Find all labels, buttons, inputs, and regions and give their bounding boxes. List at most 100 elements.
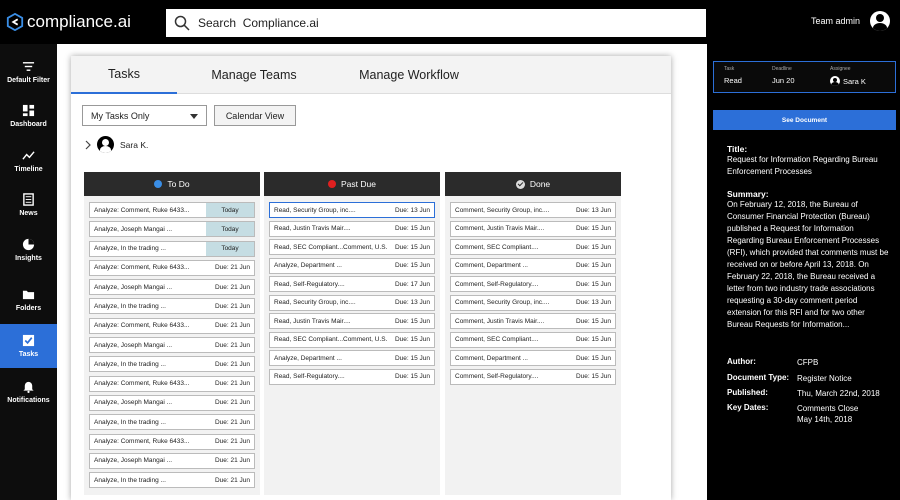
tab-bar: Tasks Manage Teams Manage Workflow	[71, 56, 671, 94]
sidebar-item-label: News	[19, 210, 38, 217]
user-menu[interactable]: Team admin	[811, 11, 890, 31]
sidebar-item-label: Notifications	[7, 397, 50, 404]
tab-manage-teams[interactable]: Manage Teams	[199, 56, 309, 94]
task-card[interactable]: Read, Justin Travis Mair.... Due: 15 Jun	[269, 220, 435, 237]
sidebar-item-tasks[interactable]: Tasks	[0, 324, 57, 368]
task-card[interactable]: Comment, SEC Compliant.... Due: 15 Jun	[450, 331, 616, 348]
task-card-due: Due: 15 Jun	[575, 225, 611, 232]
assignee-value-text: Sara K	[843, 76, 866, 86]
task-card-due: Due: 15 Jun	[394, 262, 430, 269]
task-card[interactable]: Analyze: Comment, Ruke 6433... Due: 21 Ju…	[89, 375, 255, 392]
task-card-title: Analyze: Comment, Ruke 6433...	[94, 438, 190, 446]
task-card[interactable]: Analyze, In the trading ... Due: 21 Jun	[89, 414, 255, 431]
task-list: Read, Security Group, inc.... Due: 13 Jun…	[264, 196, 440, 385]
task-card[interactable]: Comment, Self-Regulatory.... Due: 15 Jun	[450, 368, 616, 385]
task-card[interactable]: Analyze, Joseph Mangai ... Due: 21 Jun	[89, 279, 255, 296]
sidebar-item-news[interactable]: News	[0, 183, 57, 227]
doctype-label: Document Type:	[727, 373, 790, 382]
task-list: Comment, Security Group, inc.... Due: 13 …	[445, 196, 621, 385]
published-row: Published: Thu, March 22nd, 2018	[727, 388, 880, 399]
task-card[interactable]: Analyze, In the trading ... Today	[89, 240, 255, 257]
task-card-title: Analyze, In the trading ...	[94, 360, 166, 368]
task-card-due: Today	[206, 203, 254, 217]
task-card[interactable]: Comment, Justin Travis Mair.... Due: 15 J…	[450, 220, 616, 237]
sidebar-item-timeline[interactable]: Timeline	[0, 139, 57, 183]
task-card-title: Comment, Security Group, inc....	[455, 299, 550, 306]
task-card[interactable]: Comment, Justin Travis Mair.... Due: 15 J…	[450, 313, 616, 329]
sidebar-item-label: Folders	[15, 305, 42, 312]
task-card-due: Due: 13 Jun	[394, 206, 430, 214]
task-card-due: Due: 17 Jun	[394, 280, 430, 288]
task-filter-select[interactable]: My Tasks Only	[82, 105, 207, 126]
task-card[interactable]: Comment, Department ... Due: 15 Jun	[450, 350, 616, 366]
task-card-due: Due: 15 Jun	[394, 317, 430, 325]
task-card[interactable]: Analyze, In the trading ... Due: 21 Jun	[89, 356, 255, 373]
sidebar-item-default-filter[interactable]: Default Filter	[0, 50, 57, 94]
tab-tasks[interactable]: Tasks	[71, 56, 177, 94]
task-card[interactable]: Analyze, Department ... Due: 15 Jun	[269, 350, 435, 366]
logo-text: compliance.ai	[27, 12, 131, 31]
task-card-due: Due: 15 Jun	[394, 354, 430, 362]
search-input[interactable]	[198, 16, 678, 30]
task-card[interactable]: Read, Security Group, inc.... Due: 13 Jun	[269, 294, 435, 311]
task-card-due: Due: 15 Jun	[575, 317, 611, 325]
task-card[interactable]: Analyze, In the trading ... Due: 21 Jun	[89, 298, 255, 315]
keydates-value: Comments Close May 14th, 2018	[797, 404, 859, 424]
avatar-icon	[830, 76, 840, 86]
task-card-title: Analyze, Department ...	[274, 354, 342, 362]
task-card[interactable]: Analyze: Comment, Ruke 6433... Due: 21 Ju…	[89, 259, 255, 276]
tasks-panel: Tasks Manage Teams Manage Workflow My Ta…	[71, 56, 671, 500]
sidebar-item-dashboard[interactable]: Dashboard	[0, 94, 57, 138]
sidebar-item-label: Default Filter	[7, 77, 50, 84]
tab-manage-workflow[interactable]: Manage Workflow	[351, 56, 467, 94]
main-content: Tasks Manage Teams Manage Workflow My Ta…	[57, 44, 707, 500]
task-card-title: Comment, Self-Regulatory....	[455, 280, 539, 288]
column-past-due: Past Due Read, Security Group, inc.... Du…	[264, 172, 440, 495]
task-card[interactable]: Comment, Security Group, inc.... Due: 13 …	[450, 294, 616, 311]
task-card[interactable]: Analyze, Joseph Mangai ... Today	[89, 221, 255, 238]
sidebar-item-insights[interactable]: Insights	[0, 228, 57, 272]
app-logo[interactable]: compliance.ai	[6, 11, 131, 33]
task-card[interactable]: Analyze, Department ... Due: 15 Jun	[269, 257, 435, 274]
task-card[interactable]: Analyze, Joseph Mangai ... Due: 21 Jun	[89, 452, 255, 469]
task-card-due: Due: 15 Jun	[394, 225, 430, 232]
task-card-title: Read, SEC Compliant...Comment, U.S.	[274, 336, 388, 343]
calendar-view-button[interactable]: Calendar View	[214, 105, 296, 126]
task-card-title: Analyze, In the trading ...	[94, 245, 166, 253]
task-card[interactable]: Comment, Department ... Due: 15 Jun	[450, 257, 616, 274]
task-card[interactable]: Read, SEC Compliant...Comment, U.S. Due: …	[269, 239, 435, 255]
task-card-due: Due: 21 Jun	[214, 438, 250, 446]
task-card[interactable]: Comment, Self-Regulatory.... Due: 15 Jun	[450, 276, 616, 292]
assignee-label: Assignee	[830, 66, 851, 72]
sidebar-item-folders[interactable]: Folders	[0, 278, 57, 322]
user-avatar-icon[interactable]	[870, 11, 890, 31]
task-card[interactable]: Analyze: Comment, Ruke 6433... Due: 21 Ju…	[89, 433, 255, 450]
task-card[interactable]: Read, Self-Regulatory.... Due: 17 Jun	[269, 276, 435, 292]
doctype-row: Document Type: Register Notice	[727, 373, 852, 384]
task-card[interactable]: Read, Self-Regulatory.... Due: 15 Jun	[269, 368, 435, 385]
task-card[interactable]: Analyze, Joseph Mangai ... Due: 21 Jun	[89, 337, 255, 354]
column-header: To Do	[84, 172, 260, 196]
task-card-title: Analyze, Department ...	[274, 262, 342, 269]
task-card[interactable]: Comment, SEC Compliant.... Due: 15 Jun	[450, 239, 616, 255]
task-card[interactable]: Analyze: Comment, Ruke 6433... Due: 21 Ju…	[89, 317, 255, 334]
task-card[interactable]: Read, Justin Travis Mair.... Due: 15 Jun	[269, 313, 435, 329]
task-card[interactable]: Analyze, Joseph Mangai ... Due: 21 Jun	[89, 394, 255, 411]
task-card-title: Analyze, In the trading ...	[94, 302, 166, 310]
document-summary: On February 12, 2018, the Bureau of Cons…	[727, 200, 889, 329]
task-card[interactable]: Read, SEC Compliant...Comment, U.S. Due: …	[269, 331, 435, 348]
column-header: Done	[445, 172, 621, 196]
sidebar-item-notifications[interactable]: Notifications	[0, 370, 57, 414]
sidebar-item-label: Insights	[15, 255, 42, 262]
task-list: Analyze: Comment, Ruke 6433... Today Analy…	[84, 196, 260, 489]
assignee-row[interactable]: Sara K.	[84, 136, 148, 153]
chevron-right-icon[interactable]	[84, 140, 92, 150]
task-card-due: Due: 21 Jun	[214, 322, 250, 330]
task-card[interactable]: Comment, Security Group, inc.... Due: 13 …	[450, 202, 616, 218]
see-document-button[interactable]: See Document	[713, 110, 896, 130]
task-card[interactable]: Analyze: Comment, Ruke 6433... Today	[89, 202, 255, 218]
task-card-due: Due: 21 Jun	[214, 457, 250, 465]
search-bar[interactable]	[166, 9, 706, 37]
task-card[interactable]: Read, Security Group, inc.... Due: 13 Jun	[269, 202, 435, 218]
task-card[interactable]: Analyze, In the trading ... Due: 21 Jun	[89, 472, 255, 489]
